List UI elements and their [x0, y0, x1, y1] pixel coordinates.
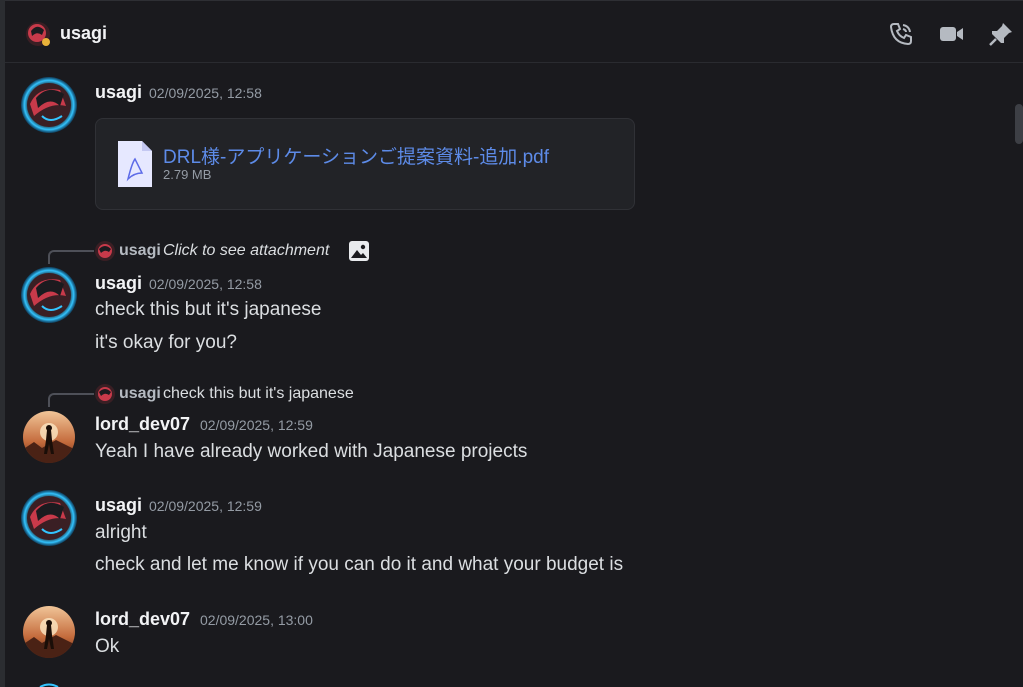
message-timestamp: 02/09/2025, 12:58 — [149, 85, 262, 101]
message-text: check this but it's japanese — [95, 299, 322, 320]
channel-header: usagi — [5, 0, 1023, 63]
phone-call-icon[interactable] — [888, 21, 914, 47]
reply-avatar — [95, 241, 115, 261]
message-timestamp: 02/09/2025, 12:58 — [149, 276, 262, 292]
message-author[interactable]: lord_dev07 — [95, 609, 190, 630]
left-edge-divider — [0, 0, 5, 687]
message-author[interactable]: usagi — [95, 82, 142, 103]
message-text: Yeah I have already worked with Japanese… — [95, 441, 528, 462]
reply-connector — [48, 250, 94, 264]
message-timestamp: 02/09/2025, 12:59 — [149, 498, 262, 514]
scrollbar-thumb[interactable] — [1015, 104, 1023, 144]
file-attachment: DRL様-アプリケーションご提案資料-追加.pdf 2.79 MB — [95, 118, 635, 210]
reply-preview[interactable]: check this but it's japanese — [163, 385, 354, 403]
user-avatar-partial — [39, 683, 59, 687]
message-text: check and let me know if you can do it a… — [95, 554, 624, 575]
pdf-file-icon — [118, 141, 152, 187]
user-avatar[interactable] — [20, 489, 78, 547]
reply-avatar — [95, 384, 115, 404]
message-text: Ok — [95, 636, 120, 657]
message-text: it's okay for you? — [95, 332, 237, 353]
user-avatar[interactable] — [20, 266, 78, 324]
reply-author[interactable]: usagi — [119, 385, 161, 403]
message-timestamp: 02/09/2025, 12:59 — [200, 417, 313, 433]
video-camera-icon[interactable] — [938, 21, 964, 47]
user-avatar[interactable] — [22, 605, 76, 659]
pin-icon[interactable] — [988, 21, 1014, 47]
channel-title: usagi — [60, 23, 108, 43]
reply-connector — [48, 393, 94, 407]
message-author[interactable]: usagi — [95, 273, 142, 294]
message-timestamp: 02/09/2025, 13:00 — [200, 612, 313, 628]
image-icon — [349, 241, 369, 261]
message-text: alright — [95, 522, 147, 543]
user-avatar[interactable] — [20, 76, 78, 134]
attachment-filesize: 2.79 MB — [163, 167, 212, 182]
reply-author[interactable]: usagi — [119, 242, 161, 260]
message-author[interactable]: usagi — [95, 495, 142, 516]
user-avatar[interactable] — [22, 410, 76, 464]
attachment-filename-link[interactable]: DRL様-アプリケーションご提案資料-追加.pdf — [163, 142, 549, 169]
message-author[interactable]: lord_dev07 — [95, 414, 190, 435]
reply-preview[interactable]: Click to see attachment — [163, 242, 329, 260]
user-avatar[interactable] — [25, 21, 51, 47]
